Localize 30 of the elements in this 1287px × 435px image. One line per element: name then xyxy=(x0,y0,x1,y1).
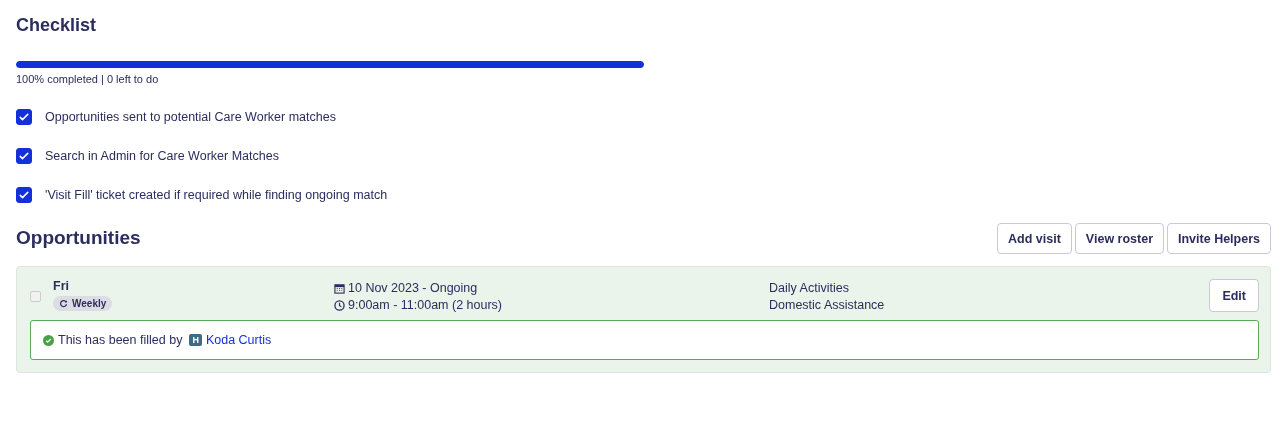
progress-summary: 100% completed | 0 left to do xyxy=(16,73,160,85)
checkbox[interactable] xyxy=(16,148,32,164)
checkmark-icon xyxy=(18,111,30,123)
filled-text: This has been filled by xyxy=(58,333,183,347)
section-title: Checklist xyxy=(16,15,98,37)
checkmark-icon xyxy=(18,150,30,162)
date-range: 10 Nov 2023 - Ongoing xyxy=(348,281,478,295)
helper-badge: H xyxy=(189,334,202,346)
calendar-icon xyxy=(334,282,345,294)
service-label: Daily Activities xyxy=(769,281,850,295)
time-range: 9:00am - 11:00am (2 hours) xyxy=(348,298,502,312)
toolbar-button[interactable]: Add visit xyxy=(997,223,1072,254)
checklist-item-label: Search in Admin for Care Worker Matches xyxy=(45,149,279,163)
toolbar-button[interactable]: Invite Helpers xyxy=(1167,223,1271,254)
day-label: Fri xyxy=(53,279,69,293)
service-label: Domestic Assistance xyxy=(769,298,886,312)
section-title: Opportunities xyxy=(16,226,141,250)
repeat-icon xyxy=(59,299,68,308)
helper-link[interactable]: Koda Curtis xyxy=(205,333,272,347)
checkmark-icon xyxy=(18,189,30,201)
toolbar-button[interactable]: View roster xyxy=(1074,223,1164,254)
checkbox[interactable] xyxy=(16,109,32,125)
checkbox[interactable] xyxy=(16,187,32,203)
clock-icon xyxy=(334,299,345,311)
check-circle-icon xyxy=(43,334,54,346)
row-checkbox[interactable] xyxy=(30,291,41,302)
checklist-item-label: 'Visit Fill' ticket created if required while finding ongoing match xyxy=(45,188,388,202)
recurrence-tag: Weekly xyxy=(53,296,113,311)
checklist-item-label: Opportunities sent to potential Care Worker matches xyxy=(45,110,336,124)
edit-button[interactable]: Edit xyxy=(1209,279,1259,312)
